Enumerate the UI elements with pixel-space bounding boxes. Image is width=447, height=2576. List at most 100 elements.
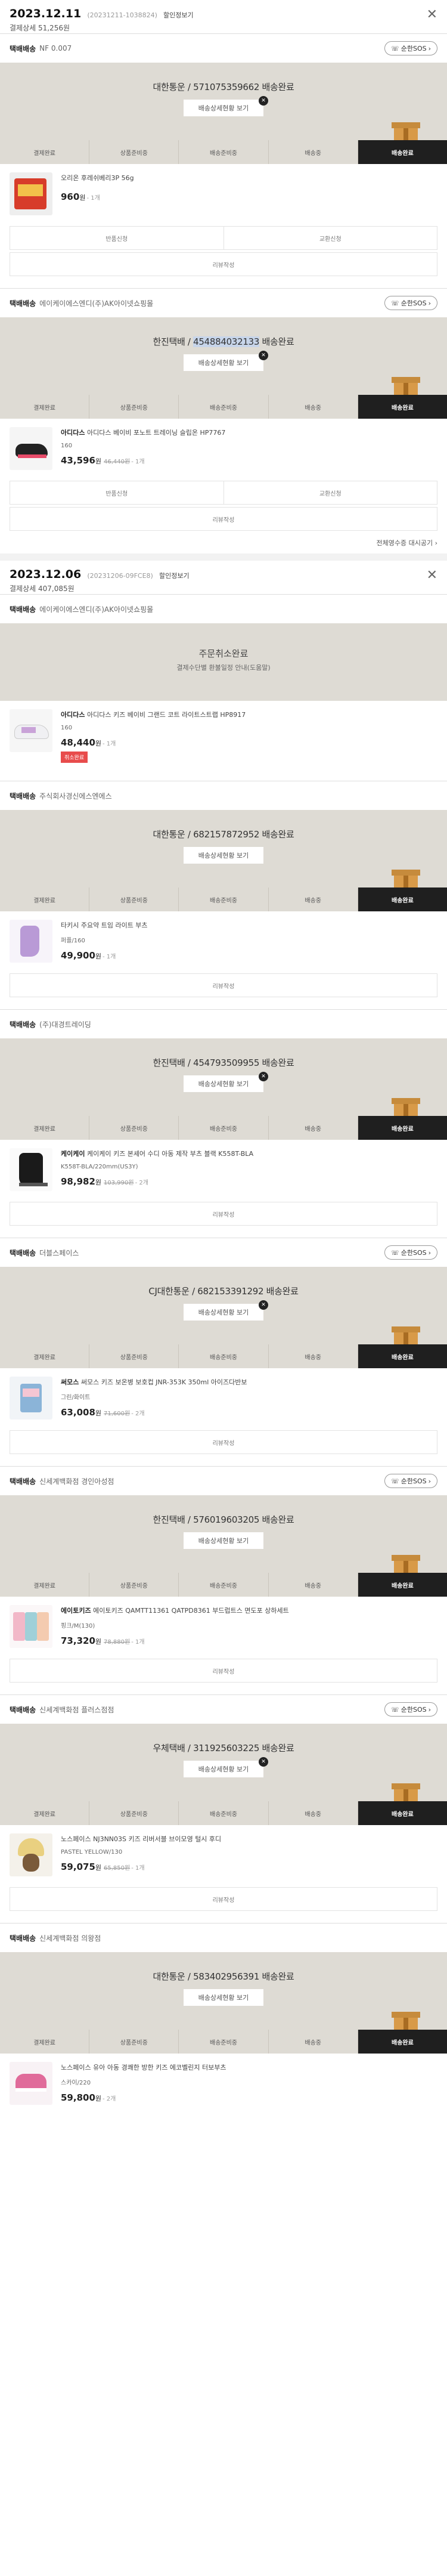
- chevron-right-icon: ›: [428, 44, 431, 52]
- seller-name[interactable]: 더블스페이스: [39, 1248, 79, 1258]
- product-name[interactable]: 노스페이스 NJ3NN03S 키즈 리버서블 브이모영 털시 후디: [61, 1835, 437, 1844]
- tracking-number[interactable]: 311925603225: [193, 1743, 259, 1754]
- tracking-number[interactable]: 454793509955: [193, 1057, 259, 1068]
- delivery-type: 택배배송: [10, 1934, 36, 1943]
- seller-name[interactable]: 에이케이에스엔디(주)AK아이넷쇼핑몰: [39, 604, 153, 614]
- delivery-status-panel: 한진택배 / 454884032133 배송완료 배송상세현황 보기 ✕ 결제완료…: [0, 317, 447, 419]
- tracking-detail-button[interactable]: 배송상세현황 보기 ✕: [184, 1072, 268, 1092]
- discount-info-link[interactable]: 할인정보기: [163, 11, 194, 19]
- product-thumbnail[interactable]: [10, 1605, 52, 1648]
- seller-sos-button[interactable]: ☏ 순한SOS ›: [384, 296, 437, 310]
- exchange-request-button[interactable]: 교환신청: [223, 227, 437, 249]
- step-preparing-shipping: 배송준비중: [178, 140, 268, 164]
- product-thumbnail[interactable]: [10, 2062, 52, 2105]
- step-paid: 결제완료: [33, 404, 55, 412]
- product-name[interactable]: 아디다스 아디다스 키즈 베이비 그랜드 코트 라이트스트랩 HP8917: [61, 710, 437, 720]
- payment-detail[interactable]: 결제상세 407,085원: [10, 583, 437, 593]
- cancel-status-panel: 주문취소완료 결제수단별 환불일정 안내(도움말): [0, 623, 447, 701]
- tracking-detail-button[interactable]: 배송상세현황 보기 ✕: [184, 96, 268, 116]
- tracking-number[interactable]: 454884032133: [193, 336, 259, 347]
- refund-info-link[interactable]: 결제수단별 환불일정 안내(도움말): [0, 663, 447, 672]
- seller-sos-button[interactable]: ☏ 순한SOS ›: [384, 1702, 437, 1717]
- product-thumbnail[interactable]: [10, 427, 52, 470]
- exchange-request-button[interactable]: 교환신청: [223, 481, 437, 504]
- seller-sos-button[interactable]: ☏ 순한SOS ›: [384, 1474, 437, 1488]
- tracking-number[interactable]: 571075359662: [193, 82, 259, 92]
- close-icon[interactable]: ✕: [259, 351, 268, 360]
- payment-detail[interactable]: 결제상세 51,256원: [10, 23, 437, 33]
- product-name[interactable]: 오리온 후레쉬베리3P 56g: [61, 174, 437, 183]
- product-option: PASTEL YELLOW/130: [61, 1849, 123, 1856]
- receipt-link[interactable]: 전체영수증 대시공기 ›: [0, 531, 447, 553]
- step-delivered: 배송완료: [357, 1344, 447, 1368]
- tracking-number[interactable]: 682157872952: [193, 829, 259, 840]
- write-review-button[interactable]: 리뷰작성: [10, 1202, 437, 1225]
- seller-name[interactable]: 주식회사경신에스엔에스: [39, 791, 111, 801]
- product-item[interactable]: 타키시 주요약 트임 라이트 부츠 퍼플/160 49,900원 - 1개: [0, 911, 447, 971]
- write-review-button[interactable]: 리뷰작성: [10, 974, 437, 997]
- product-item[interactable]: 아디다스 아디다스 베이비 포노트 트레이닝 슬립온 HP7767 160 43…: [0, 419, 447, 478]
- write-review-button[interactable]: 리뷰작성: [10, 253, 437, 276]
- close-icon[interactable]: ✕: [427, 7, 437, 22]
- product-name[interactable]: 타키시 주요약 트임 라이트 부츠: [61, 921, 437, 930]
- seller-sos-button[interactable]: ☏ 순한SOS ›: [384, 41, 437, 55]
- close-icon[interactable]: ✕: [259, 1072, 268, 1081]
- write-review-button[interactable]: 리뷰작성: [10, 1659, 437, 1682]
- close-icon[interactable]: ✕: [259, 1757, 268, 1767]
- product-thumbnail[interactable]: [10, 1833, 52, 1876]
- product-thumbnail[interactable]: [10, 1377, 52, 1420]
- tracking-number[interactable]: 682153391292: [197, 1286, 263, 1297]
- seller-sos-button[interactable]: ☏ 순한SOS ›: [384, 1245, 437, 1260]
- step-preparing-shipping: 배송준비중: [178, 887, 268, 911]
- tracking-detail-button[interactable]: 배송상세현황 보기 ✕: [184, 1757, 268, 1777]
- step-preparing-shipping: 배송준비중: [178, 1801, 268, 1825]
- tracking-detail-button[interactable]: 배송상세현황 보기 ✕: [184, 1300, 268, 1321]
- product-item[interactable]: 오리온 후레쉬베리3P 56g 960원 - 1개: [0, 164, 447, 224]
- return-request-button[interactable]: 반품신청: [10, 481, 224, 504]
- seller-name[interactable]: NF 0.007: [39, 44, 72, 52]
- write-review-button[interactable]: 리뷰작성: [10, 508, 437, 530]
- product-item[interactable]: 써모스 써모스 키즈 보온병 보호컵 JNR-353K 350ml 아이즈다반보…: [0, 1368, 447, 1428]
- seller-name[interactable]: 신세계백화점 의왕점: [39, 1933, 101, 1943]
- product-price: 63,008원 71,600원 - 2개: [61, 1407, 145, 1418]
- step-shipping: 배송중: [268, 887, 358, 911]
- step-preparing-product: 상품준비중: [89, 1801, 178, 1825]
- seller-name[interactable]: 신세계백화점 경인아성점: [39, 1476, 114, 1486]
- seller-name[interactable]: (주)대경트레이딩: [39, 1019, 91, 1029]
- product-item[interactable]: 노스페이스 NJ3NN03S 키즈 리버서블 브이모영 털시 후디 PASTEL…: [0, 1825, 447, 1885]
- chat-icon: ☏: [390, 1248, 399, 1257]
- tracking-detail-button[interactable]: 배송상세현황 보기: [184, 1989, 263, 2006]
- close-icon[interactable]: ✕: [259, 1300, 268, 1310]
- step-shipping: 배송중: [268, 1801, 358, 1825]
- return-request-button[interactable]: 반품신청: [10, 227, 224, 249]
- tracking-detail-button[interactable]: 배송상세현황 보기: [184, 1532, 263, 1549]
- seller-name[interactable]: 에이케이에스엔디(주)AK아이넷쇼핑몰: [39, 298, 153, 308]
- tracking-info: 대한통운 / 571075359662 배송완료: [153, 82, 294, 92]
- product-name[interactable]: 노스페이스 유아 아동 경쾌한 방한 키즈 에코벨린지 터보부츠: [61, 2063, 437, 2073]
- product-name[interactable]: 에이토키즈 에이토키즈 QAMTT11361 QATPD8361 부드럽트스 면…: [61, 1606, 437, 1616]
- seller-name[interactable]: 신세계백화점 플러스점점: [39, 1705, 114, 1715]
- product-thumbnail[interactable]: [10, 1148, 52, 1191]
- product-thumbnail[interactable]: [10, 709, 52, 752]
- product-item[interactable]: 케이케이 케이케이 키즈 본셰어 수디 아동 제작 부츠 블랙 K558T-BL…: [0, 1140, 447, 1199]
- product-name[interactable]: 케이케이 케이케이 키즈 본셰어 수디 아동 제작 부츠 블랙 K558T-BL…: [61, 1149, 437, 1159]
- step-shipping: 배송중: [268, 1344, 358, 1368]
- tracking-number[interactable]: 583402956391: [193, 1971, 259, 1982]
- review-row: 리뷰작성: [10, 252, 437, 276]
- write-review-button[interactable]: 리뷰작성: [10, 1431, 437, 1454]
- product-thumbnail[interactable]: [10, 172, 52, 215]
- product-name[interactable]: 써모스 써모스 키즈 보온병 보호컵 JNR-353K 350ml 아이즈다반보: [61, 1378, 437, 1387]
- write-review-button[interactable]: 리뷰작성: [10, 1888, 437, 1910]
- product-item[interactable]: 노스페이스 유아 아동 경쾌한 방한 키즈 에코벨린지 터보부츠 스카이/220…: [0, 2054, 447, 2113]
- close-icon[interactable]: ✕: [259, 96, 268, 106]
- product-item[interactable]: 아디다스 아디다스 키즈 베이비 그랜드 코트 라이트스트랩 HP8917 16…: [0, 701, 447, 781]
- product-item[interactable]: 에이토키즈 에이토키즈 QAMTT11361 QATPD8361 부드럽트스 면…: [0, 1597, 447, 1656]
- tracking-number[interactable]: 576019603205: [193, 1514, 259, 1525]
- tracking-detail-button[interactable]: 배송상세현황 보기 ✕: [184, 351, 268, 371]
- tracking-info: 대한통운 / 583402956391 배송완료: [153, 1971, 294, 1982]
- close-icon[interactable]: ✕: [427, 568, 437, 583]
- discount-info-link[interactable]: 할인정보기: [159, 572, 190, 580]
- product-thumbnail[interactable]: [10, 920, 52, 963]
- tracking-detail-button[interactable]: 배송상세현황 보기: [184, 847, 263, 864]
- product-name[interactable]: 아디다스 아디다스 베이비 포노트 트레이닝 슬립온 HP7767: [61, 428, 437, 438]
